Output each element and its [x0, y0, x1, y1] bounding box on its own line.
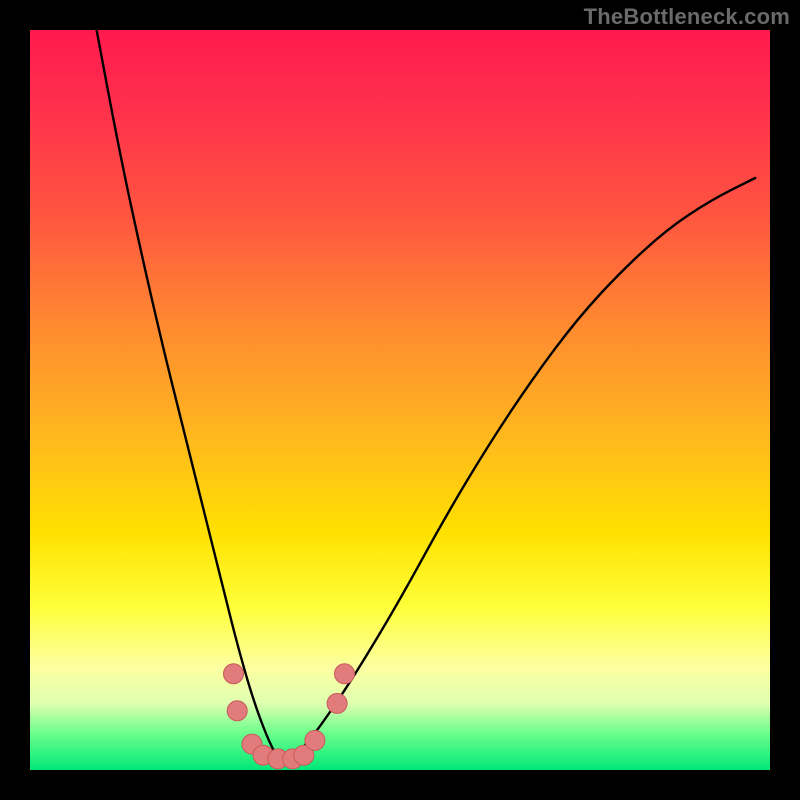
markers-group: [224, 664, 355, 769]
chart-overlay-svg: [30, 30, 770, 770]
marker-point: [227, 701, 247, 721]
chart-plot-area: [30, 30, 770, 770]
chart-frame: TheBottleneck.com: [0, 0, 800, 800]
marker-point: [224, 664, 244, 684]
watermark-text: TheBottleneck.com: [584, 4, 790, 30]
bottleneck-curve: [97, 30, 756, 759]
marker-point: [327, 693, 347, 713]
marker-point: [305, 730, 325, 750]
marker-point: [335, 664, 355, 684]
